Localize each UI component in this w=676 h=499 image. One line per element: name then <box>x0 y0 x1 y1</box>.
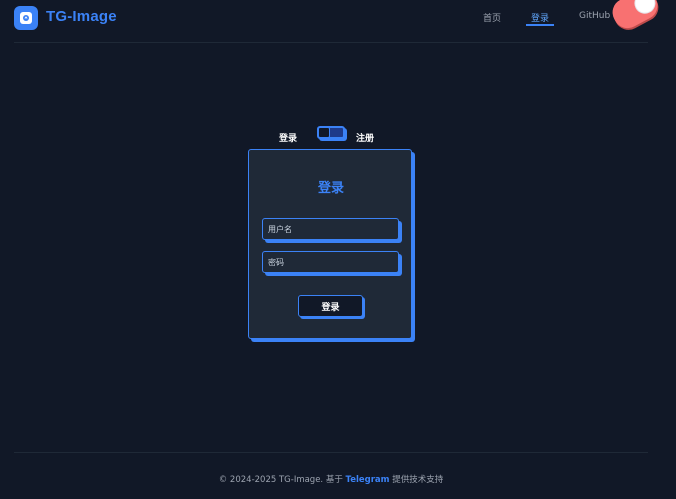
header-divider <box>14 42 648 43</box>
password-input[interactable] <box>262 251 399 273</box>
footer-copyright: © 2024-2025 TG-Image. 基于 <box>218 475 343 485</box>
nav-github[interactable]: GitHub <box>579 11 610 21</box>
image-upload-icon[interactable] <box>14 6 38 30</box>
username-input[interactable] <box>262 218 399 240</box>
footer-suffix: 提供技术支持 <box>392 475 444 485</box>
top-nav: TG-Image 首页 登录 GitHub <box>0 0 676 42</box>
nav-home[interactable]: 首页 <box>483 11 501 24</box>
login-card: 登录 登录 <box>248 149 412 339</box>
switch-knob <box>318 127 330 138</box>
brand-name[interactable]: TG-Image <box>46 8 117 25</box>
telegram-link[interactable]: Telegram <box>346 475 390 485</box>
footer: © 2024-2025 TG-Image. 基于 Telegram 提供技术支持 <box>0 473 662 485</box>
switch-login-label[interactable]: 登录 <box>279 131 297 144</box>
login-button[interactable]: 登录 <box>298 295 363 317</box>
switch-register-label[interactable]: 注册 <box>356 131 374 144</box>
theme-toggle-icon[interactable] <box>607 0 663 34</box>
nav-login[interactable]: 登录 <box>531 11 549 24</box>
toggle-knob <box>630 0 660 18</box>
active-nav-underline <box>526 24 554 26</box>
login-register-switch[interactable] <box>317 126 345 139</box>
card-title: 登录 <box>317 181 344 196</box>
footer-divider <box>14 452 648 453</box>
